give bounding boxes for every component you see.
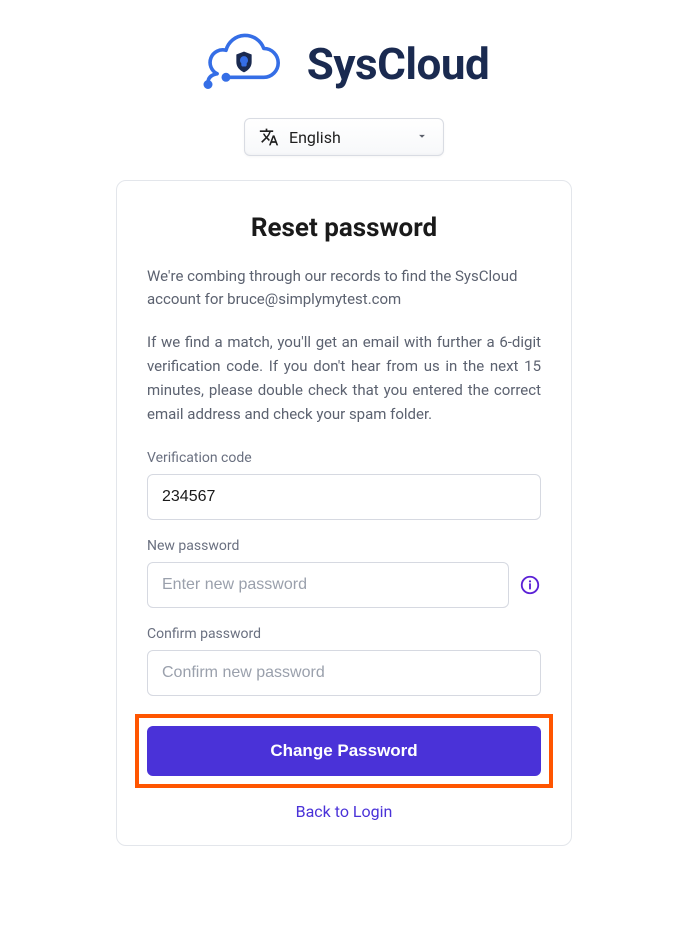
new-password-label: New password bbox=[147, 538, 541, 554]
chevron-down-icon bbox=[415, 128, 429, 147]
back-to-login-link[interactable]: Back to Login bbox=[117, 802, 571, 821]
new-password-input[interactable] bbox=[147, 562, 509, 608]
change-password-button[interactable]: Change Password bbox=[147, 726, 541, 776]
language-label: English bbox=[289, 128, 405, 147]
brand-name: SysCloud bbox=[307, 38, 490, 90]
card-description-2: If we find a match, you'll get an email … bbox=[147, 330, 541, 426]
card-description-1: We're combing through our records to fin… bbox=[147, 265, 541, 312]
confirm-password-label: Confirm password bbox=[147, 626, 541, 642]
brand-logo-row: SysCloud bbox=[199, 30, 490, 98]
reset-password-card: Reset password We're combing through our… bbox=[116, 180, 572, 846]
highlight-box: Change Password bbox=[135, 714, 553, 788]
info-icon[interactable] bbox=[519, 574, 541, 596]
language-selector[interactable]: English bbox=[244, 118, 444, 156]
cloud-shield-icon bbox=[199, 30, 289, 98]
translate-icon bbox=[259, 127, 279, 147]
verification-code-input[interactable] bbox=[147, 474, 541, 520]
card-title: Reset password bbox=[147, 213, 541, 243]
verification-code-label: Verification code bbox=[147, 450, 541, 466]
confirm-password-input[interactable] bbox=[147, 650, 541, 696]
